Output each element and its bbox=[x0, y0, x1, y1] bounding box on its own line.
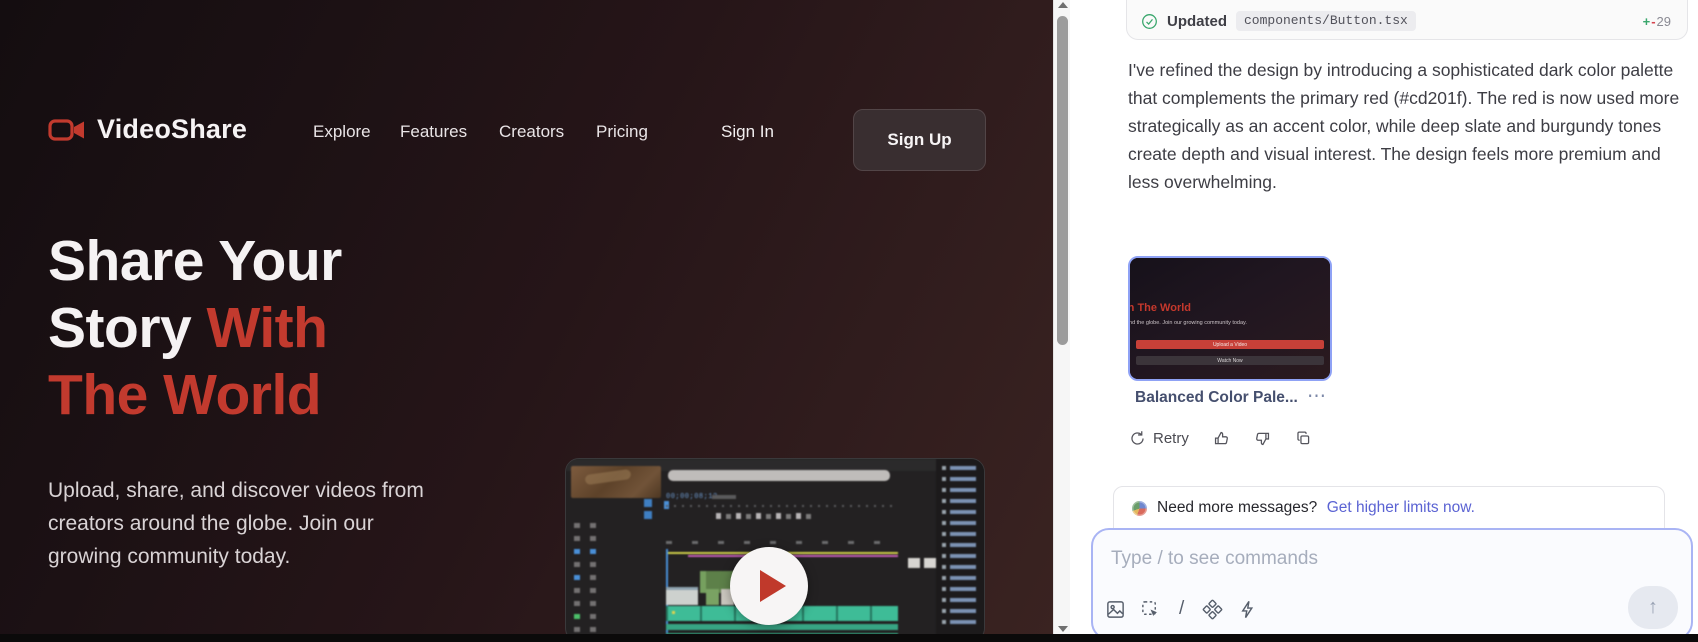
nav-link-explore[interactable]: Explore bbox=[313, 122, 371, 142]
editor-preview-clip bbox=[571, 466, 661, 498]
sign-up-button[interactable]: Sign Up bbox=[853, 109, 986, 171]
lightning-icon[interactable] bbox=[1237, 599, 1258, 620]
composer-toolbar: / bbox=[1105, 598, 1258, 620]
select-element-icon[interactable] bbox=[1140, 599, 1161, 620]
nav-link-features[interactable]: Features bbox=[400, 122, 467, 142]
scrollbar-thumb[interactable] bbox=[1057, 16, 1068, 345]
play-icon bbox=[760, 570, 786, 602]
thumbnail-title[interactable]: Balanced Color Pale... bbox=[1135, 389, 1298, 407]
thumbs-up-icon[interactable] bbox=[1213, 430, 1230, 447]
mini-secondary-button: Watch Now bbox=[1136, 356, 1324, 365]
site-preview-pane: VideoShare Explore Features Creators Pri… bbox=[0, 0, 1053, 642]
scrollbar-up-arrow[interactable] bbox=[1058, 2, 1068, 8]
hero-subtitle: Upload, share, and discover videos from … bbox=[48, 474, 440, 573]
copy-icon[interactable] bbox=[1295, 430, 1312, 447]
hero-line2-red: With bbox=[207, 296, 328, 360]
check-circle-icon bbox=[1141, 13, 1158, 30]
file-update-card[interactable]: Updated components/Button.tsx + - 29 bbox=[1126, 0, 1688, 40]
brand-name: VideoShare bbox=[97, 114, 247, 145]
nav-link-creators[interactable]: Creators bbox=[499, 122, 564, 142]
chat-panel: Updated components/Button.tsx + - 29 I'v… bbox=[1071, 0, 1698, 642]
mini-site-preview: th The World around the globe. Join our … bbox=[1130, 258, 1330, 379]
nav-link-pricing[interactable]: Pricing bbox=[596, 122, 648, 142]
window-bottom-edge bbox=[0, 634, 1698, 642]
hero-line1: Share Your bbox=[48, 229, 342, 293]
retry-icon bbox=[1129, 430, 1146, 447]
vertical-scrollbar[interactable] bbox=[1053, 0, 1070, 642]
get-higher-limits-link[interactable]: Get higher limits now. bbox=[1327, 499, 1475, 516]
usage-pie-icon bbox=[1132, 501, 1147, 516]
site-navbar: VideoShare Explore Features Creators Pri… bbox=[0, 100, 1053, 172]
chat-input[interactable] bbox=[1111, 548, 1647, 570]
scrollbar-down-arrow[interactable] bbox=[1058, 626, 1068, 632]
notice-text: Need more messages? bbox=[1157, 499, 1317, 516]
update-status-label: Updated bbox=[1167, 13, 1227, 30]
hero-heading: Share Your Story With The World bbox=[48, 228, 478, 429]
message-composer[interactable]: / ↑ bbox=[1091, 528, 1693, 640]
editor-timecode: 00;00;08;12 bbox=[666, 493, 718, 501]
send-button[interactable]: ↑ bbox=[1628, 586, 1678, 629]
mini-hero-heading: th The World bbox=[1130, 302, 1191, 314]
editor-layer-list bbox=[936, 459, 985, 642]
hero-line3: The World bbox=[48, 363, 321, 427]
hero-line2-white: Story bbox=[48, 296, 207, 360]
editor-tool-palette bbox=[574, 523, 600, 632]
attach-image-icon[interactable] bbox=[1105, 599, 1126, 620]
mini-tagline: around the globe. Join our growing commu… bbox=[1130, 320, 1247, 326]
generation-thumbnail[interactable]: th The World around the globe. Join our … bbox=[1128, 256, 1332, 381]
app-window: VideoShare Explore Features Creators Pri… bbox=[0, 0, 1698, 642]
play-button[interactable] bbox=[730, 547, 808, 625]
site-logo[interactable]: VideoShare bbox=[48, 114, 247, 145]
assistant-message: I've refined the design by introducing a… bbox=[1128, 56, 1688, 196]
slash-command-icon[interactable]: / bbox=[1175, 598, 1188, 620]
message-actions: Retry bbox=[1129, 430, 1312, 447]
updated-file-chip[interactable]: components/Button.tsx bbox=[1236, 11, 1416, 31]
blocks-icon[interactable] bbox=[1202, 599, 1223, 620]
thumbs-down-icon[interactable] bbox=[1254, 430, 1271, 447]
diff-stats: + - 29 bbox=[1643, 14, 1671, 29]
sign-in-link[interactable]: Sign In bbox=[721, 122, 774, 142]
retry-button[interactable]: Retry bbox=[1129, 430, 1189, 447]
editor-transport-controls bbox=[716, 513, 811, 519]
mini-primary-button: Upload a Video bbox=[1136, 340, 1324, 349]
video-camera-icon bbox=[48, 116, 86, 144]
hero-video-card[interactable]: 00;00;08;12 bbox=[565, 458, 985, 642]
thumbnail-menu-icon[interactable]: ⋯ bbox=[1307, 385, 1327, 408]
